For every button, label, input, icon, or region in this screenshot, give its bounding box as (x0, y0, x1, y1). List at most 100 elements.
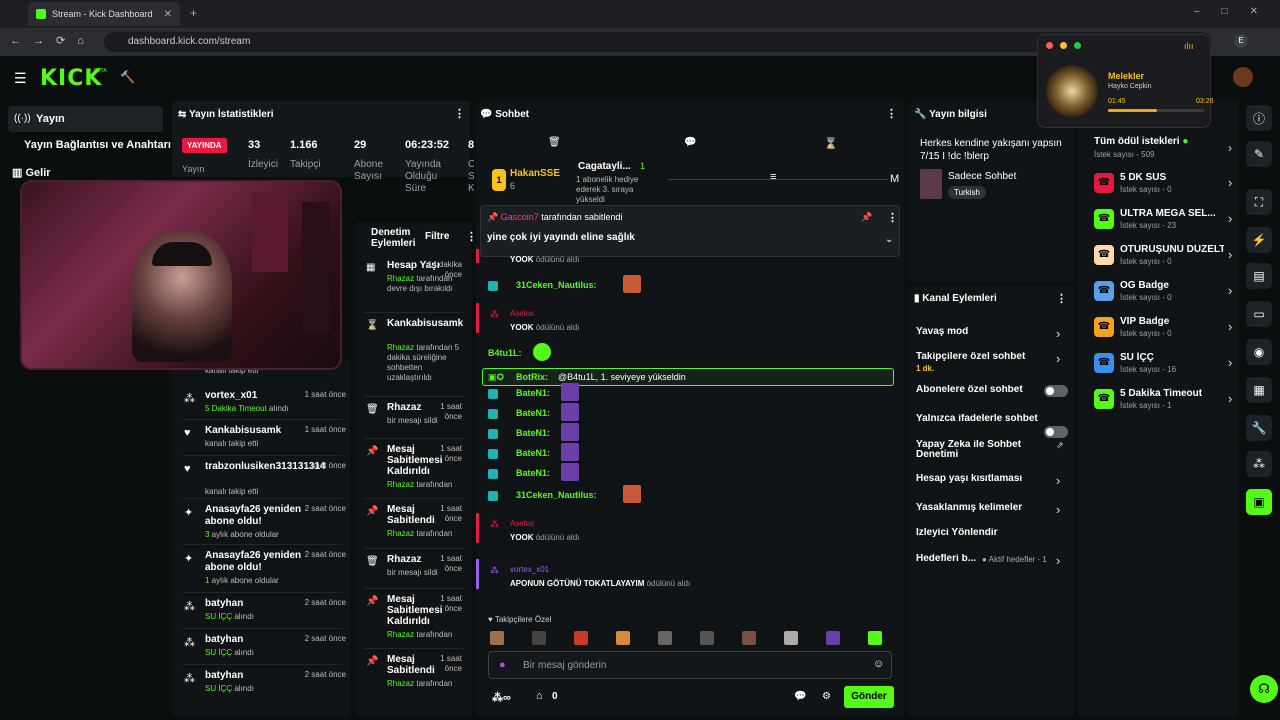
layout-icon[interactable]: ▦ (1246, 377, 1272, 403)
gift-user[interactable]: HakanSSE (510, 168, 560, 179)
chevron-right-icon[interactable]: › (1228, 141, 1232, 155)
emote-icon[interactable] (826, 631, 840, 645)
moderator-name[interactable]: Rhazaz (387, 630, 416, 639)
store-icon[interactable]: ⌂ (536, 690, 543, 702)
game-rail-icon[interactable]: ▣ (1246, 489, 1272, 515)
emote-icon[interactable] (574, 631, 588, 645)
crop-icon[interactable]: ⛶ (1246, 189, 1272, 215)
reward-name[interactable]: OG Badge (1120, 280, 1224, 291)
reward-name[interactable]: OTURUŞUNU DÜZELT (1120, 244, 1224, 255)
emote-icon[interactable] (868, 631, 882, 645)
chevron-right-icon[interactable]: › (1228, 391, 1232, 406)
toggle-switch[interactable] (1044, 385, 1068, 397)
emote-icon[interactable] (784, 631, 798, 645)
sidebar-item-yayin[interactable]: ((·)) Yayın (8, 106, 163, 132)
emote-icon[interactable] (658, 631, 672, 645)
toggle-switch[interactable] (1044, 426, 1068, 438)
reward-user[interactable]: vortex_x01 (510, 565, 549, 574)
moderator-name[interactable]: Rhazaz (387, 480, 416, 489)
activity-name[interactable]: Kankabisusamk (205, 425, 305, 437)
chat-user[interactable]: 31Ceken_Nautilus: (516, 280, 597, 290)
chat-input[interactable]: ● Bir mesaj gönderin ☺ (488, 651, 892, 679)
user-avatar[interactable] (1233, 67, 1253, 87)
send-button[interactable]: Gönder (844, 686, 894, 708)
bot-user[interactable]: BotRix: (516, 372, 548, 382)
activity-name[interactable]: Anasayfa26 yeniden abone oldu! (205, 504, 305, 528)
emote-icon[interactable] (532, 631, 546, 645)
new-tab-icon[interactable]: + (190, 6, 197, 20)
expand-chevron-icon[interactable]: ⌄ (885, 234, 893, 245)
moderator-name[interactable]: Rhazaz (387, 343, 416, 352)
reward-name[interactable]: 5 DK SUS (1120, 172, 1224, 183)
emote-icon[interactable] (616, 631, 630, 645)
leaderboard-more[interactable]: M (890, 173, 899, 185)
stats-menu-icon[interactable]: ⋮ (454, 107, 465, 120)
hourglass-icon[interactable]: ⌛ (824, 137, 838, 150)
chat-user[interactable]: BateN1: (516, 468, 550, 478)
profile-avatar[interactable]: E (1234, 34, 1248, 48)
tools-icon[interactable]: 🔨 (120, 70, 135, 84)
points-infinity-icon[interactable]: ⁂∞ (492, 691, 511, 704)
channel-item-label[interactable]: Yalnızca ifadelerle sohbet (916, 414, 1046, 424)
sidebar-item-gelir[interactable]: ▥ Gelir (12, 166, 51, 179)
chevron-right-icon[interactable]: › (1056, 473, 1060, 488)
gift-user2[interactable]: Cagatayli... (578, 161, 631, 172)
chat-user[interactable]: BateN1: (516, 408, 550, 418)
moderator-name[interactable]: Rhazaz (387, 274, 416, 283)
chat-bubble-icon[interactable]: 💬 (684, 137, 696, 148)
chat-user[interactable]: BateN1: (516, 448, 550, 458)
chevron-right-icon[interactable]: › (1056, 351, 1060, 366)
activity-name[interactable]: batyhan (205, 634, 305, 646)
channel-item-label[interactable]: Abonelere özel sohbet (916, 385, 1046, 395)
moderator-name[interactable]: Rhazaz (387, 529, 416, 538)
tools-rail-icon[interactable]: 🔧 (1246, 415, 1272, 441)
gear-icon[interactable]: ⚙ (822, 691, 831, 702)
chevron-right-icon[interactable]: › (1056, 553, 1060, 568)
maximize-dot-icon[interactable] (1074, 42, 1081, 49)
chat-user[interactable]: 31Ceken_Nautilus: (516, 490, 597, 500)
emote-icon[interactable] (700, 631, 714, 645)
close-dot-icon[interactable] (1046, 42, 1053, 49)
moderator-name[interactable]: Rhazaz (387, 679, 416, 688)
pinned-menu-icon[interactable]: ⋮ (887, 211, 898, 224)
broadcast-rail-icon[interactable]: ◉ (1246, 339, 1272, 365)
channel-item-label[interactable]: Takipçilere özel sohbet (916, 352, 1046, 362)
channel-item-label[interactable]: Hesap yaşı kısıtlaması (916, 474, 1046, 484)
progress-track[interactable] (1108, 109, 1204, 112)
chat-menu-icon[interactable]: ⋮ (886, 107, 897, 120)
nav-buttons[interactable]: ←→⟳⌂ (10, 34, 96, 47)
channel-item-label[interactable]: Yasaklanmış kelimeler (916, 503, 1046, 513)
chat-rail-icon[interactable]: ▭ (1246, 301, 1272, 327)
chevron-right-icon[interactable]: › (1228, 319, 1232, 334)
reward-user[interactable]: Aselos (510, 309, 534, 318)
chevron-right-icon[interactable]: › (1228, 247, 1232, 262)
chat-user[interactable]: BateN1: (516, 388, 550, 398)
activity-name[interactable]: Anasayfa26 yeniden abone oldu! (205, 550, 305, 574)
chevron-right-icon[interactable]: › (1228, 211, 1232, 226)
reward-name[interactable]: 5 Dakika Timeout (1120, 388, 1224, 399)
reward-name[interactable]: VIP Badge (1120, 316, 1224, 327)
window-controls[interactable]: –□✕ (1194, 6, 1280, 17)
emoji-icon[interactable]: ☺ (873, 658, 884, 670)
chevron-right-icon[interactable]: › (1228, 355, 1232, 370)
chevron-right-icon[interactable]: › (1228, 283, 1232, 298)
channel-item-label[interactable]: İzleyici Yönlendir (916, 528, 1046, 538)
reward-user[interactable]: Aselos (510, 519, 534, 528)
mic-icon[interactable]: ● (499, 659, 506, 671)
reward-name[interactable]: SU İÇÇ (1120, 352, 1224, 363)
activity-name[interactable]: batyhan (205, 670, 305, 682)
lightning-icon[interactable]: ⚡ (1246, 227, 1272, 253)
channel-item-label[interactable]: Hedefleri b... (916, 554, 976, 564)
trash-icon[interactable]: 🗑 (548, 137, 561, 148)
activity-name[interactable]: trabzonlusiken313131314 (205, 461, 326, 473)
leaderboard-toggle-icon[interactable]: ≡ (770, 171, 776, 183)
channel-item-label[interactable]: Yavaş mod (916, 327, 1046, 337)
activity-name[interactable]: vortex_x01 (205, 390, 305, 402)
emote-icon[interactable] (742, 631, 756, 645)
emote-icon[interactable] (490, 631, 504, 645)
chevron-right-icon[interactable]: › (1228, 175, 1232, 190)
support-icon[interactable]: ☊ (1250, 675, 1278, 703)
document-icon[interactable]: ▤ (1246, 263, 1272, 289)
channel-menu-icon[interactable]: ⋮ (1056, 292, 1067, 305)
chat-user[interactable]: B4tu1L: (488, 348, 522, 358)
